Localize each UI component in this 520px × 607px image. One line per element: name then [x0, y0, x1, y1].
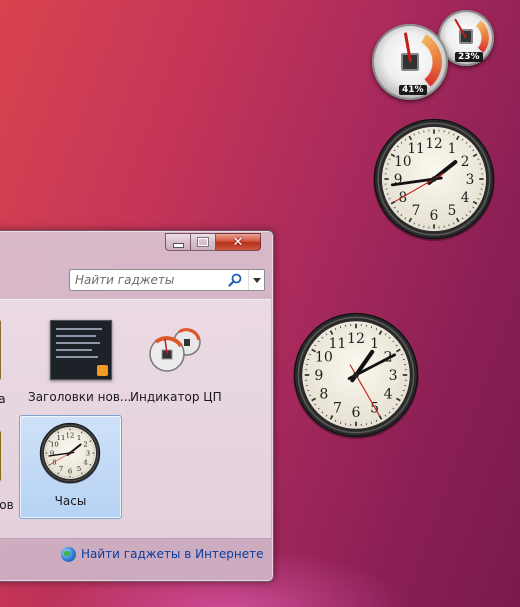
clock-numeral: 5 — [448, 203, 457, 219]
gadget-gallery-window: ✕ ка дов Заголовки нов... — [0, 230, 274, 582]
globe-icon — [61, 546, 76, 562]
search-icon[interactable] — [228, 273, 242, 287]
clock-numeral: 9 — [314, 368, 323, 384]
clock-numeral: 11 — [57, 434, 66, 442]
clock-gadget-1[interactable]: 1 2 3 4 5 6 7 8 9 10 11 12 — [372, 117, 496, 241]
clock-numeral: 6 — [68, 467, 72, 475]
get-gadgets-online-label: Найти гаджеты в Интернете — [81, 547, 264, 561]
clock-numeral: 2 — [83, 440, 87, 448]
cpu-meter-thumbnail — [149, 328, 201, 372]
clock-numeral: 12 — [66, 432, 75, 440]
gadget-tile-cpu-meter[interactable]: Индикатор ЦП — [130, 314, 241, 414]
clock-center-pin — [431, 176, 437, 182]
maximize-button[interactable] — [191, 233, 216, 251]
search-box — [69, 269, 265, 291]
clock-thumbnail: 1 2 3 4 5 6 7 8 9 10 11 12 — [39, 422, 101, 484]
gadget-label: ка — [0, 392, 6, 406]
clock-numeral: 1 — [370, 336, 379, 352]
rss-icon — [97, 365, 108, 376]
gadget-tile-partial-2[interactable]: дов — [0, 430, 19, 550]
gadget-thumbnail — [0, 320, 1, 380]
clock-center-pin — [68, 451, 72, 455]
clock-face: 123456789101112 — [39, 422, 101, 484]
maximize-icon — [197, 237, 209, 247]
clock-numeral: 7 — [333, 400, 342, 416]
clock-face: 123456789101112 — [293, 312, 419, 439]
minimize-button[interactable] — [165, 233, 191, 251]
gadget-label: Часы — [54, 494, 87, 508]
clock-numeral: 4 — [384, 387, 393, 403]
clock-numeral: 7 — [59, 465, 63, 473]
close-icon: ✕ — [232, 234, 244, 250]
clock-numeral: 7 — [412, 203, 421, 219]
headlines-thumbnail — [50, 320, 112, 380]
clock-numeral: 3 — [389, 368, 398, 384]
minimize-icon — [172, 242, 184, 248]
clock-numeral: 8 — [52, 458, 56, 466]
cpu-percent: 41% — [399, 85, 427, 95]
clock-numeral: 12 — [425, 136, 442, 152]
clock-center-pin — [353, 372, 359, 378]
clock-numeral: 4 — [461, 190, 470, 206]
gadget-list: ка дов Заголовки нов... — [0, 299, 271, 539]
clock-numeral: 8 — [319, 387, 328, 403]
cpu-meter-gadget[interactable]: 23% 41% — [372, 8, 497, 100]
gadget-label: Заголовки нов... — [28, 390, 132, 404]
clock-numeral: 12 — [347, 331, 365, 347]
gadget-tile-headlines[interactable]: Заголовки нов... — [28, 314, 145, 414]
clock-numeral: 11 — [328, 336, 346, 352]
clock-numeral: 11 — [407, 141, 424, 157]
chevron-down-icon — [253, 277, 261, 283]
clock-gadget-2[interactable]: 123456789101112 — [292, 311, 420, 439]
clock-face: 123456789101112 — [373, 118, 495, 241]
memory-percent: 23% — [455, 52, 483, 62]
gadget-tile-clock[interactable]: 1 2 3 4 5 6 7 8 9 10 11 12 Часы — [19, 415, 122, 519]
get-gadgets-online-link[interactable]: Найти гаджеты в Интернете — [61, 545, 264, 563]
gadget-label: дов — [0, 498, 14, 512]
clock-numeral: 3 — [466, 172, 475, 188]
gadget-label: Индикатор ЦП — [130, 390, 222, 404]
clock-numeral: 6 — [430, 208, 439, 224]
gadget-thumbnail — [0, 430, 1, 482]
cpu-gauge: 41% — [372, 24, 448, 100]
clock-numeral: 3 — [86, 449, 90, 457]
clock-numeral: 8 — [399, 190, 408, 206]
clock-numeral: 2 — [461, 154, 470, 170]
clock-numeral: 1 — [448, 141, 457, 157]
clock-numeral: 1 — [77, 434, 81, 442]
gadget-tile-partial-1[interactable]: ка — [0, 320, 11, 420]
caption-buttons: ✕ — [165, 233, 261, 251]
close-button[interactable]: ✕ — [216, 233, 261, 251]
search-options-dropdown[interactable] — [248, 270, 265, 290]
search-input[interactable] — [70, 270, 235, 290]
clock-numeral: 4 — [83, 458, 87, 466]
clock-numeral: 6 — [352, 405, 361, 421]
clock-numeral: 5 — [77, 465, 81, 473]
